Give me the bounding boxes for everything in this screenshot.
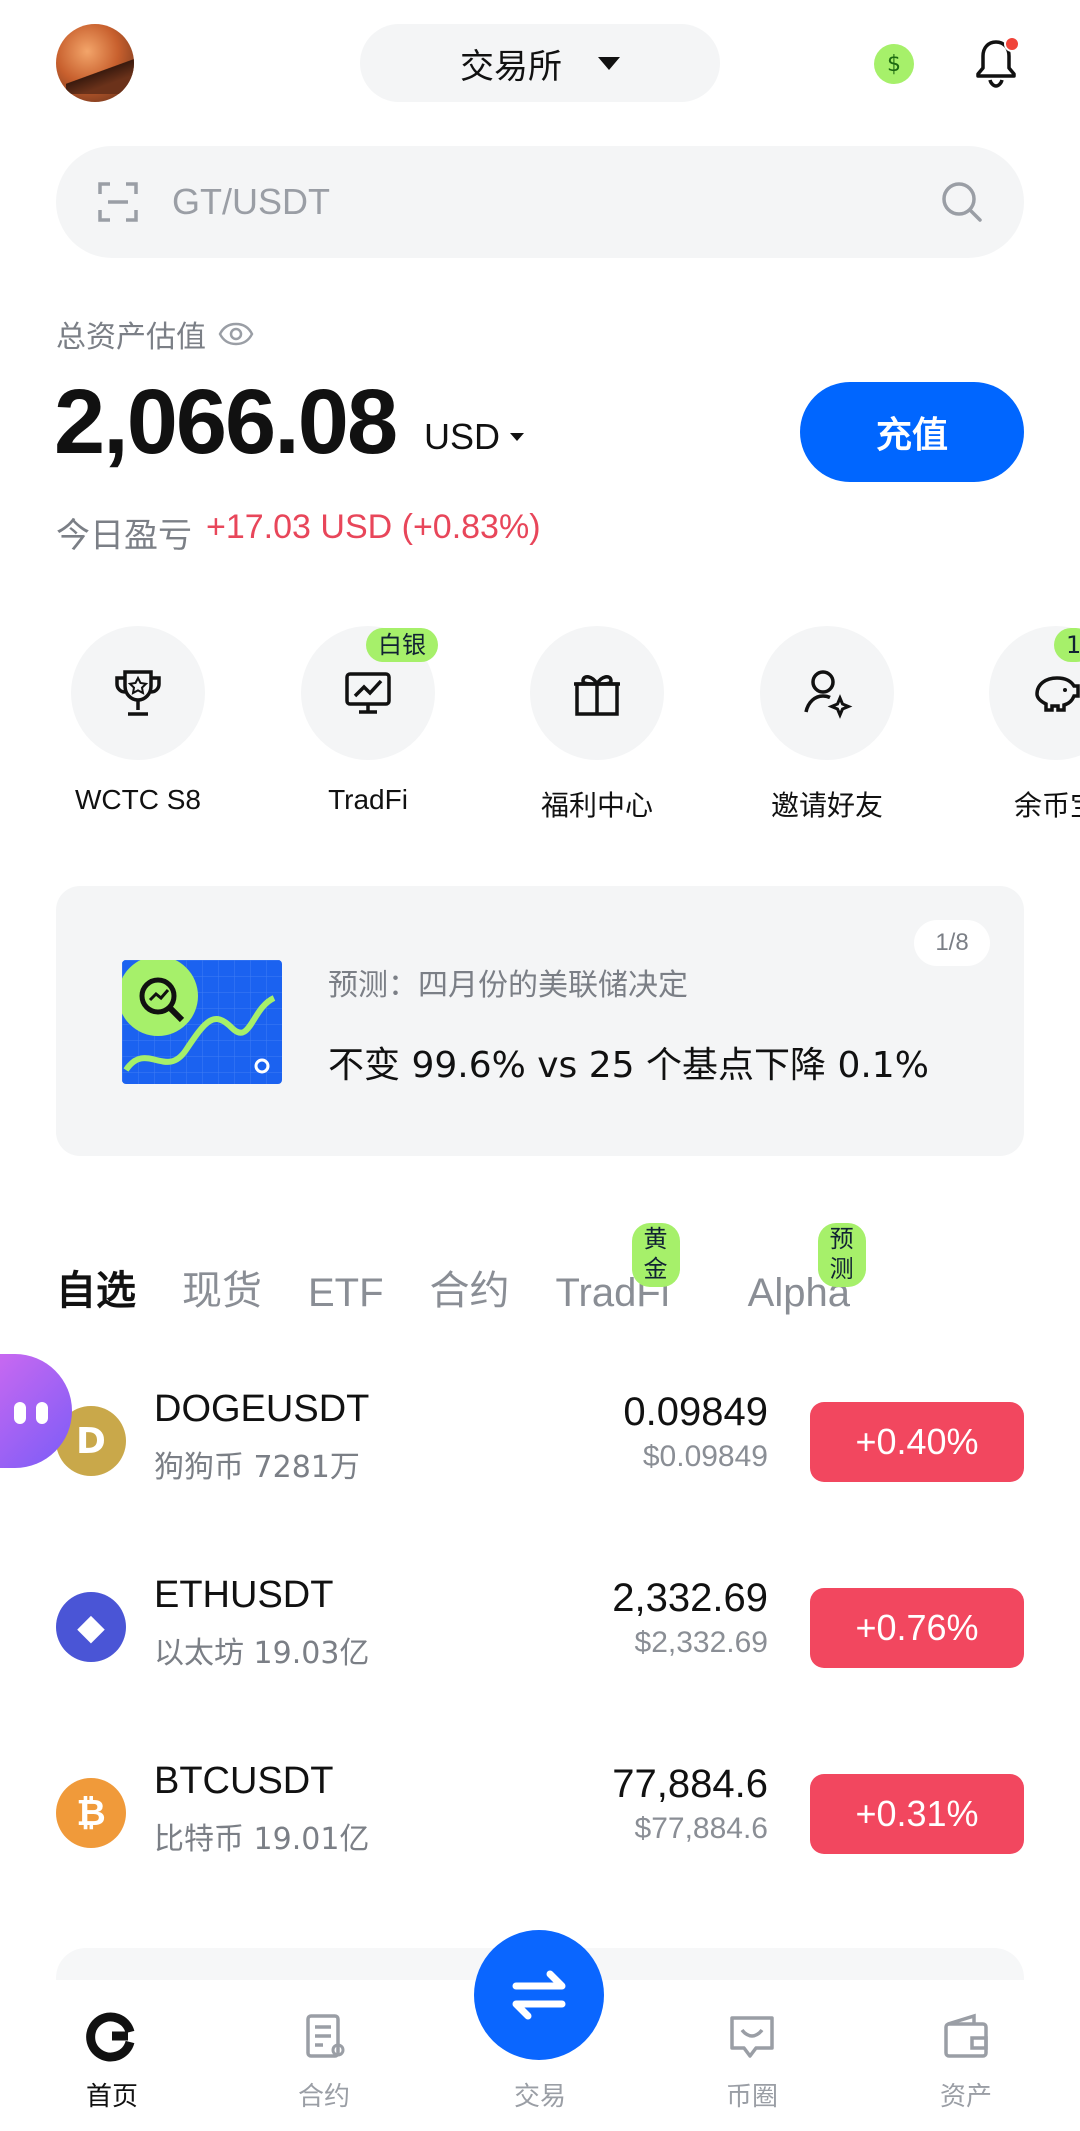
row-symbol: ETHUSDT [154,1574,334,1616]
daily-pnl: 今日盈亏 +17.03 USD (+0.83%) [56,508,541,557]
chart-board-icon [345,672,391,714]
tab-etf[interactable]: ETF [308,1271,384,1316]
nav-community[interactable]: 币圈 [682,2010,822,2113]
prediction-chart-icon [122,960,282,1084]
btc-coin-icon: ₿ [56,1778,126,1848]
shortcut-badge: 1 [1054,628,1080,662]
nav-assets[interactable]: 资产 [896,2010,1036,2113]
shortcut-label: TradFi [328,784,408,815]
home-icon [86,2012,135,2062]
row-price: 2,332.69 [612,1576,768,1620]
currency-coin-icon[interactable]: $ [874,44,914,84]
daily-pnl-label: 今日盈亏 [56,516,192,556]
nav-label: 交易 [513,2082,566,2112]
total-assets-label: 总资产估值 [56,320,206,355]
search-input[interactable] [172,181,940,223]
banner-title: 预测：四月份的美联储决定 [328,968,688,1003]
wallet-icon [944,2013,988,2058]
search-bar[interactable] [56,146,1024,258]
nav-home[interactable]: 首页 [42,2010,182,2113]
market-tabs: 自选 现货 ETF 合约 TradFi 黄金 Alpha 预测 [56,1223,896,1316]
tab-badge: 黄金 [631,1223,680,1287]
nav-label: 资产 [939,2082,992,2112]
row-fiat-price: $2,332.69 [634,1626,768,1659]
banner-page-indicator: 1/8 [914,920,990,966]
nav-label: 币圈 [725,2082,778,2112]
shortcut-label: WCTC S8 [75,784,201,815]
exchange-label: 交易所 [460,46,562,87]
row-price: 77,884.6 [612,1762,768,1806]
search-icon[interactable] [940,180,984,224]
row-change-badge[interactable]: +0.40% [810,1402,1024,1482]
tab-badge: 预测 [817,1223,866,1287]
row-fiat-price: $0.09849 [642,1440,768,1473]
tab-tradfi[interactable]: TradFi 黄金 [556,1223,680,1316]
tab-favorites[interactable]: 自选 [56,1258,136,1316]
table-row[interactable]: D DOGEUSDT 狗狗币 7281万 0.09849 $0.09849 +0… [56,1374,1024,1504]
table-row[interactable]: ₿ BTCUSDT 比特币 19.01亿 77,884.6 $77,884.6 … [56,1746,1024,1876]
table-row[interactable]: ◆ ETHUSDT 以太坊 19.03亿 2,332.69 $2,332.69 … [56,1560,1024,1690]
chevron-down-icon [598,56,620,70]
row-change-badge[interactable]: +0.76% [810,1588,1024,1668]
tab-spot[interactable]: 现货 [182,1258,262,1316]
invite-user-icon [804,670,853,719]
total-assets-label-group: 总资产估值 [56,312,254,356]
shortcut-tradfi[interactable]: 白银 TradFi [278,626,458,826]
nav-trade[interactable]: 交易 [470,2010,610,2113]
shortcut-label: 邀请好友 [770,790,883,821]
nav-label: 首页 [85,2082,138,2112]
community-icon [730,2016,774,2058]
daily-pnl-value: +17.03 USD (+0.83%) [206,508,541,546]
nav-futures[interactable]: 合约 [254,2010,394,2113]
contract-icon [306,2014,345,2058]
row-subtitle: 以太坊 19.03亿 [154,1636,370,1671]
shortcut-invite[interactable]: 邀请好友 [737,626,917,826]
nav-label: 合约 [297,2082,350,2112]
row-fiat-price: $77,884.6 [634,1812,768,1845]
row-price: 0.09849 [623,1390,768,1434]
shortcut-rewards[interactable]: 福利中心 [507,626,687,826]
gift-icon [574,675,620,716]
row-subtitle: 狗狗币 7281万 [154,1450,360,1485]
banner-text: 不变 99.6% vs 25 个基点下降 0.1% [328,1045,929,1086]
row-change-badge[interactable]: +0.31% [810,1774,1024,1854]
trophy-icon [115,670,161,716]
avatar[interactable] [56,24,134,102]
shortcut-label: 福利中心 [540,790,653,821]
shortcut-label: 余币宝 [1013,790,1080,821]
eth-coin-icon: ◆ [56,1592,126,1662]
total-assets-value: 2,066.08 [54,371,398,473]
row-symbol: DOGEUSDT [154,1388,370,1430]
row-subtitle: 比特币 19.01亿 [154,1822,370,1857]
row-symbol: BTCUSDT [154,1760,334,1802]
chevron-down-icon [510,433,525,441]
exchange-selector[interactable]: 交易所 [360,24,720,102]
shortcut-badge: 白银 [366,628,438,662]
tab-alpha[interactable]: Alpha 预测 [748,1223,866,1316]
notification-dot [1004,36,1020,52]
currency-unit: USD [424,416,501,457]
currency-selector[interactable]: USD [424,416,525,458]
deposit-button[interactable]: 充值 [800,382,1024,482]
eye-icon[interactable] [218,322,254,346]
tab-futures[interactable]: 合约 [430,1258,510,1316]
shortcut-wctc[interactable]: WCTC S8 [48,626,228,826]
scan-icon[interactable] [96,180,140,224]
piggy-icon [1035,676,1080,712]
shortcut-savings[interactable]: 1 余币宝 [966,626,1080,826]
